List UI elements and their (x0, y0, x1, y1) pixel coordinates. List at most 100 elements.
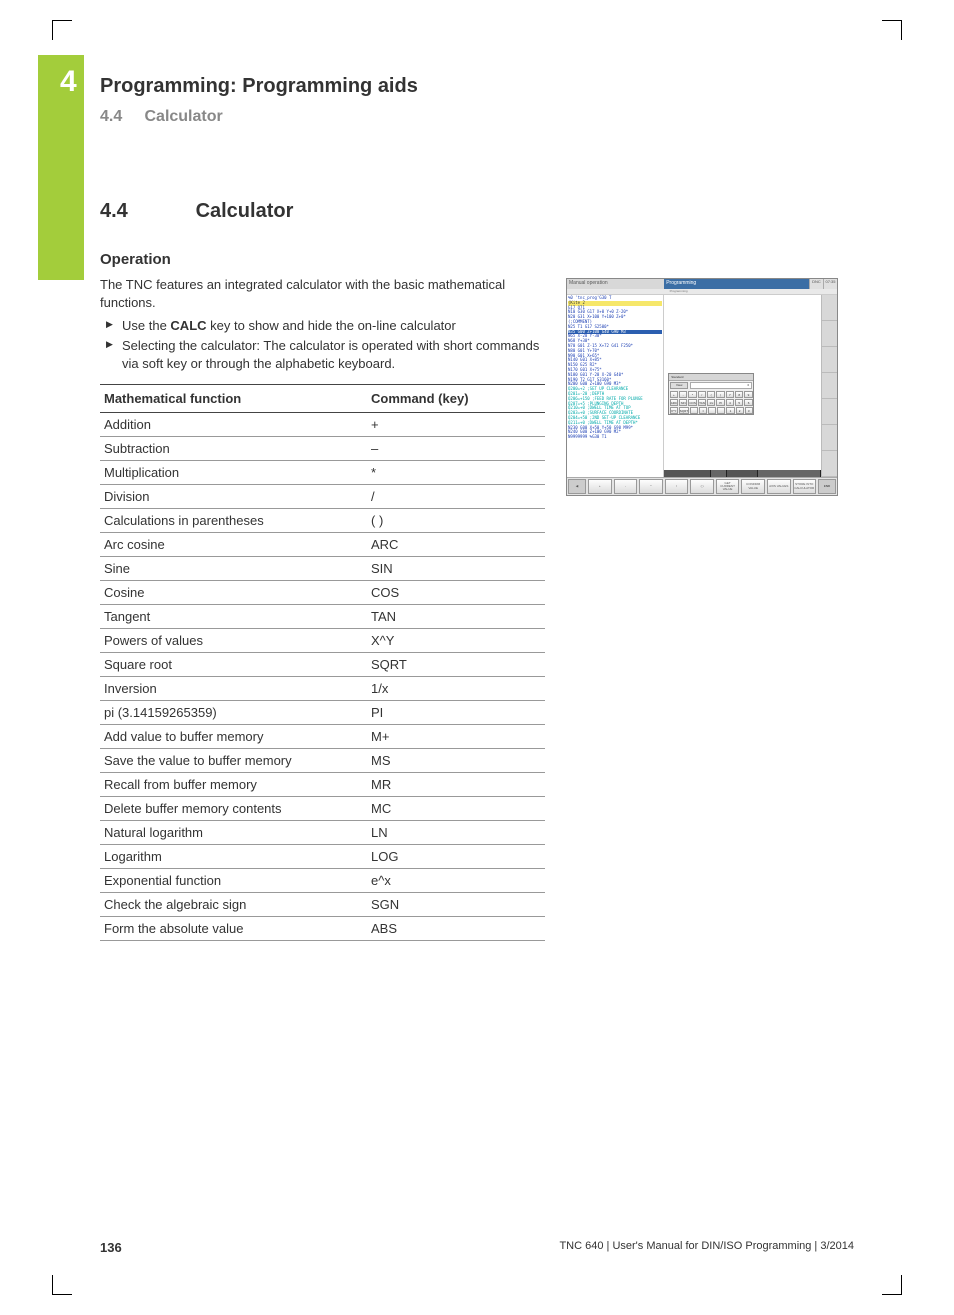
table-cell-function: Calculations in parentheses (100, 508, 367, 532)
table-cell-command: SGN (367, 892, 545, 916)
table-cell-function: Sine (100, 556, 367, 580)
table-row: Delete buffer memory contentsMC (100, 796, 545, 820)
ss-softkey: AXIS VALUES (767, 479, 791, 494)
ss-calc-key: 1/x (707, 399, 715, 406)
ss-calc-key (708, 407, 716, 414)
ss-dnc-button: DNC (809, 279, 823, 289)
table-cell-function: Delete buffer memory contents (100, 796, 367, 820)
ss-calc-key: ARC (670, 399, 678, 406)
ss-calc-key: * (688, 391, 696, 398)
subsection-heading: Operation (100, 251, 545, 268)
table-row: Form the absolute valueABS (100, 916, 545, 940)
chapter-title: Programming: Programming aids (100, 75, 854, 98)
footer-info: TNC 640 | User's Manual for DIN/ISO Prog… (559, 1240, 854, 1255)
ss-calc-row: X^YSQRT = 123 (669, 406, 753, 414)
ss-calc-key: PI (716, 399, 724, 406)
ss-calculator: Standard View 0 +-*/()789ARCSINCOSTAN1/x… (668, 373, 754, 415)
table-header-function: Mathematical function (100, 384, 367, 412)
table-row: Add value to buffer memoryM+ (100, 724, 545, 748)
bullet-item: Selecting the calculator: The calculator… (100, 337, 545, 373)
ss-calc-key: 8 (735, 391, 743, 398)
table-row: Multiplication* (100, 460, 545, 484)
ss-calc-key: ( (707, 391, 715, 398)
table-cell-function: Tangent (100, 604, 367, 628)
table-cell-command: e^x (367, 868, 545, 892)
table-cell-function: Cosine (100, 580, 367, 604)
ss-calc-key: - (679, 391, 687, 398)
ss-softkey: / (665, 479, 689, 494)
ss-calc-key: ) (716, 391, 724, 398)
table-cell-command: SQRT (367, 652, 545, 676)
page-header: Programming: Programming aids 4.4 Calcul… (100, 75, 854, 126)
intro-paragraph: The TNC features an integrated calculato… (100, 276, 545, 311)
ss-calc-key: X^Y (670, 407, 678, 414)
table-cell-function: Powers of values (100, 628, 367, 652)
table-cell-function: Exponential function (100, 868, 367, 892)
ss-mode-left: Manual operation (567, 279, 664, 289)
ss-softkey: - (614, 479, 638, 494)
ss-calc-key: / (698, 391, 706, 398)
ss-statusbar (664, 470, 821, 477)
crop-mark (882, 20, 902, 40)
ss-calc-key: 9 (744, 391, 752, 398)
ss-softkey: + (588, 479, 612, 494)
ss-calc-key: 1 (726, 407, 734, 414)
table-row: Calculations in parentheses( ) (100, 508, 545, 532)
ss-calc-key: 4 (726, 399, 734, 406)
table-row: TangentTAN (100, 604, 545, 628)
ss-calc-key: = (699, 407, 707, 414)
ss-softkey: CONFIRM VALUE (741, 479, 765, 494)
breadcrumb: 4.4 Calculator (100, 108, 854, 126)
ss-right-button (822, 347, 837, 373)
table-cell-function: Add value to buffer memory (100, 724, 367, 748)
bullet-text: key to show and hide the on-line calcula… (207, 318, 456, 333)
section-number: 4.4 (100, 200, 190, 223)
table-row: CosineCOS (100, 580, 545, 604)
ss-center-panel: Standard View 0 +-*/()789ARCSINCOSTAN1/x… (664, 295, 821, 477)
ss-softkey-prev: ◀ (568, 479, 586, 494)
table-row: Inversion1/x (100, 676, 545, 700)
ss-right-button (822, 451, 837, 477)
ss-calc-key: TAN (698, 399, 706, 406)
table-cell-function: Logarithm (100, 844, 367, 868)
table-cell-function: Division (100, 484, 367, 508)
table-cell-command: + (367, 412, 545, 436)
table-row: LogarithmLOG (100, 844, 545, 868)
table-cell-function: Inversion (100, 676, 367, 700)
ss-right-button (822, 399, 837, 425)
ss-calc-key: 3 (745, 407, 753, 414)
table-header-command: Command (key) (367, 384, 545, 412)
ss-main-area: Standard View 0 +-*/()789ARCSINCOSTAN1/x… (664, 295, 837, 477)
ss-softkey-bar: ◀+-*/( )GET CURRENT VALUECONFIRM VALUEAX… (567, 477, 837, 495)
table-row: Square rootSQRT (100, 652, 545, 676)
ss-calc-display: 0 (690, 382, 752, 389)
ss-calc-key (690, 407, 698, 414)
table-cell-function: pi (3.14159265359) (100, 700, 367, 724)
table-cell-command: ARC (367, 532, 545, 556)
table-cell-command: – (367, 436, 545, 460)
table-cell-command: SIN (367, 556, 545, 580)
table-row: Subtraction– (100, 436, 545, 460)
ss-softkey-end: END (818, 479, 836, 494)
table-cell-command: LN (367, 820, 545, 844)
table-row: Recall from buffer memoryMR (100, 772, 545, 796)
ss-calc-key: 2 (736, 407, 744, 414)
ss-softkey: ( ) (690, 479, 714, 494)
table-row: Natural logarithmLN (100, 820, 545, 844)
ss-calc-key: SIN (679, 399, 687, 406)
ss-calc-view-button: View (670, 382, 688, 389)
table-cell-function: Square root (100, 652, 367, 676)
calc-key-label: CALC (170, 318, 206, 333)
ss-right-button (822, 373, 837, 399)
crop-mark (52, 20, 72, 40)
ss-right-button (822, 295, 837, 321)
ss-calc-key: SQRT (679, 407, 689, 414)
table-cell-command: PI (367, 700, 545, 724)
ss-calc-key (717, 407, 725, 414)
ss-softkey: STORE INTO CALCULATOR (793, 479, 817, 494)
ss-right-toolbar (821, 295, 837, 477)
table-cell-function: Multiplication (100, 460, 367, 484)
table-cell-function: Recall from buffer memory (100, 772, 367, 796)
table-row: Check the algebraic signSGN (100, 892, 545, 916)
ss-code-line: N9999999 %G30 T1 (568, 435, 662, 440)
